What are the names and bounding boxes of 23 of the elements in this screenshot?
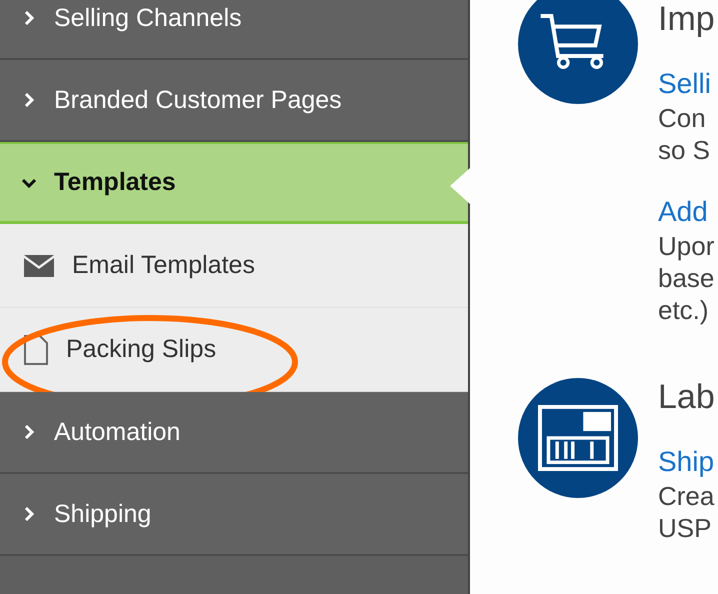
feature-description: Upor — [658, 230, 715, 262]
feature-link[interactable]: Add — [658, 194, 715, 230]
envelope-icon — [24, 254, 54, 276]
feature-description: base — [658, 262, 715, 294]
chevron-right-icon — [22, 11, 36, 25]
chevron-right-icon — [22, 425, 36, 439]
feature-description: Crea — [658, 480, 715, 512]
feature-description: etc.) — [658, 294, 710, 326]
chevron-right-icon — [22, 507, 36, 521]
sidebar-item[interactable]: Automation — [0, 392, 468, 474]
sidebar-item[interactable]: Templates — [0, 142, 468, 224]
feature-description: USP — [658, 512, 712, 544]
document-icon — [24, 334, 48, 364]
section-heading: Imp — [658, 0, 715, 38]
feature-link[interactable]: Selli — [658, 66, 715, 102]
feature-description: so S — [658, 134, 712, 166]
submenu-item[interactable]: Packing Slips — [0, 308, 468, 392]
section-heading: Lab — [658, 378, 715, 416]
pointer-notch — [448, 168, 470, 204]
feature-link[interactable]: Ship — [658, 444, 715, 480]
chevron-right-icon — [22, 93, 36, 107]
submenu-item[interactable]: Email Templates — [0, 224, 468, 308]
feature-description: Con — [658, 102, 707, 134]
